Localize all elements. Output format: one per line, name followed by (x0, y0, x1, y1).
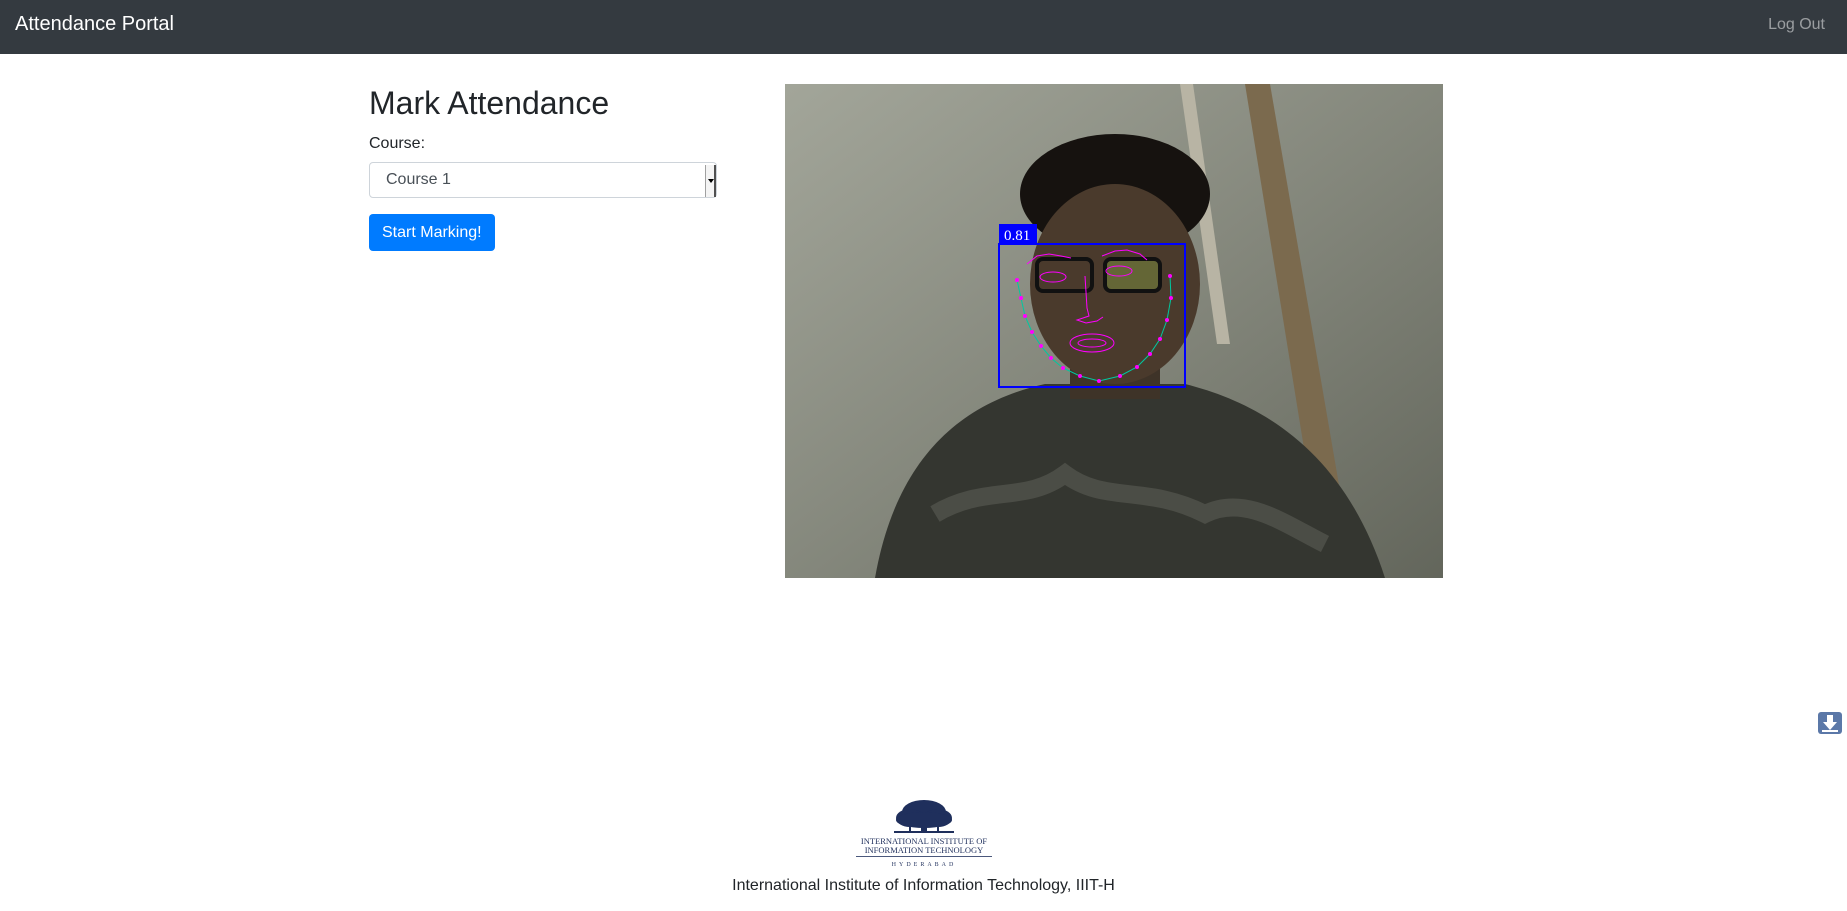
course-label: Course: (369, 135, 426, 152)
logout-link[interactable]: Log Out (1768, 16, 1825, 34)
iiit-logo: INTERNATIONAL INSTITUTE OF INFORMATION T… (855, 800, 992, 868)
footer: INTERNATIONAL INSTITUTE OF INFORMATION T… (0, 798, 1847, 895)
chevron-down-icon[interactable] (705, 165, 716, 197)
download-arrow-glyph (1822, 715, 1838, 732)
page-title: Mark Attendance (369, 85, 610, 121)
navbar: Attendance Portal Log Out (0, 0, 1847, 54)
tree-icon (893, 800, 954, 833)
course-select-value: Course 1 (386, 171, 451, 188)
logo-line-2: INFORMATION TECHNOLOGY (864, 845, 983, 855)
footer-text: International Institute of Information T… (732, 877, 1115, 894)
camera-feed: 0.81 (785, 84, 1443, 578)
logo-line-3: HYDERABAD (891, 862, 956, 868)
start-marking-button[interactable]: Start Marking! (369, 214, 495, 251)
camera-frame: 0.81 (785, 84, 1443, 578)
attendance-form: Mark Attendance Course: Course 1 Start M… (369, 84, 719, 251)
detection-score: 0.81 (1004, 228, 1030, 244)
download-arrow-icon[interactable] (1818, 712, 1842, 734)
brand-link[interactable]: Attendance Portal (15, 13, 174, 36)
logo-divider (855, 856, 992, 857)
course-select[interactable]: Course 1 (369, 162, 717, 198)
